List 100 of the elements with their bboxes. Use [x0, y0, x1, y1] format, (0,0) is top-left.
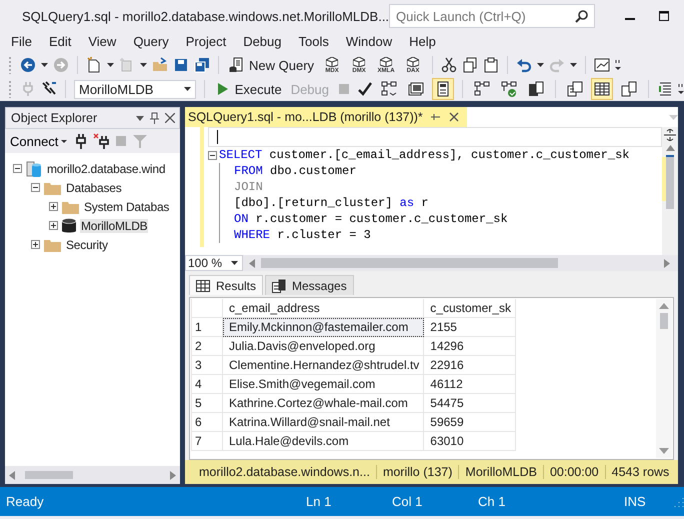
overflow-icon[interactable]	[678, 83, 684, 95]
maximize-icon[interactable]	[659, 11, 670, 21]
menu-item[interactable]: Window	[338, 34, 400, 48]
table-cell[interactable]: 54475	[424, 394, 516, 412]
grid-icon	[594, 81, 610, 97]
database-icon	[62, 218, 76, 234]
row-number: 4	[192, 374, 222, 394]
tree-icon	[381, 81, 397, 97]
table-cell[interactable]: Julia.Davis@enveloped.org	[222, 336, 424, 356]
server-name: morillo2.database.windows.n...	[198, 465, 371, 479]
table-cell[interactable]: 14296	[424, 336, 516, 356]
panel-title: Object Explorer	[11, 111, 98, 125]
line-number: Ln 1	[306, 494, 332, 509]
expand-icon[interactable]	[49, 221, 58, 230]
tree-item[interactable]: Security	[65, 238, 109, 252]
open-folder-icon[interactable]	[152, 57, 168, 73]
save-icon[interactable]	[173, 57, 189, 73]
table-cell[interactable]: 59659	[424, 412, 516, 432]
code-line: JOIN	[234, 179, 264, 195]
results-tab[interactable]: Results	[189, 275, 264, 295]
execute-button[interactable]: Execute	[212, 80, 284, 98]
results-tab[interactable]: Messages	[265, 275, 354, 295]
database-name: MorilloMLDB	[458, 465, 543, 479]
database-dropdown[interactable]: MorilloMLDB	[74, 80, 196, 98]
zoom-dropdown[interactable]: 100 %	[185, 255, 243, 271]
table-cell[interactable]: 46112	[424, 374, 516, 394]
check-icon[interactable]	[357, 81, 373, 97]
list-icon[interactable]	[657, 81, 673, 97]
connect-icon[interactable]	[41, 81, 57, 97]
menu-item[interactable]: Help	[401, 34, 444, 48]
row-number: 5	[192, 394, 222, 412]
expand-icon[interactable]	[49, 202, 58, 211]
row-number: 7	[192, 432, 222, 450]
new-query-button[interactable]: New Query	[227, 56, 316, 74]
vertical-scrollbar[interactable]	[656, 299, 672, 458]
resize-grip-icon[interactable]	[674, 496, 684, 506]
table-cell[interactable]: 2155	[424, 318, 516, 336]
table-cell[interactable]: Katrina.Willard@snail-mail.net	[222, 412, 424, 432]
table-cell[interactable]: Kathrine.Cortez@whale-mail.com	[222, 394, 424, 412]
chart-window-icon[interactable]	[594, 57, 610, 73]
tree-item[interactable]: System Databas	[83, 200, 170, 214]
close-icon[interactable]	[165, 113, 175, 123]
caret-icon[interactable]	[570, 63, 578, 67]
tree-item[interactable]: morillo2.database.wind	[46, 162, 166, 176]
cut-icon[interactable]	[441, 57, 458, 73]
pin-icon[interactable]	[150, 112, 159, 124]
table-cell[interactable]: Lula.Hale@devils.com	[222, 432, 424, 450]
paste-icon[interactable]	[483, 57, 500, 73]
table-cell[interactable]: 22916	[424, 356, 516, 374]
menu-item[interactable]: File	[3, 34, 40, 48]
menu-item[interactable]: View	[80, 34, 124, 48]
table-cell[interactable]: Clementine.Hernandez@shtrudel.tv	[222, 356, 424, 374]
undo-icon[interactable]	[516, 57, 532, 73]
disconnect-icon[interactable]	[93, 133, 110, 149]
row-number: 3	[192, 356, 222, 374]
caret-icon[interactable]	[140, 63, 147, 67]
overflow-icon[interactable]	[615, 59, 622, 71]
caret-icon[interactable]	[107, 63, 114, 67]
caret-icon[interactable]	[41, 63, 48, 67]
insert-mode: INS	[624, 494, 647, 509]
collapse-icon[interactable]	[208, 150, 217, 160]
tree-item[interactable]: Databases	[65, 180, 123, 194]
table-cell[interactable]: Emily.Mckinnon@fastemailer.com	[222, 318, 424, 336]
split-icon[interactable]	[664, 129, 676, 141]
scroll-left-icon[interactable]	[9, 470, 15, 480]
expand-icon[interactable]	[31, 240, 40, 249]
copy-icon[interactable]	[462, 57, 478, 73]
tree-item[interactable]: MorilloMLDB	[80, 218, 148, 232]
vertical-scrollbar[interactable]	[662, 127, 678, 255]
quick-launch-field[interactable]: Quick Launch (Ctrl+Q)	[389, 4, 596, 28]
toggle-button[interactable]	[591, 78, 613, 100]
scrollbar-thumb[interactable]	[261, 258, 558, 268]
back-icon[interactable]	[20, 57, 36, 73]
table-cell[interactable]: 63010	[424, 432, 516, 450]
save-all-icon[interactable]	[194, 57, 210, 73]
search-icon[interactable]	[575, 9, 590, 23]
caret-icon[interactable]	[537, 63, 544, 67]
column-header[interactable]: c_customer_sk	[424, 299, 516, 318]
caret-icon[interactable]	[136, 116, 144, 120]
scroll-right-icon[interactable]	[170, 470, 176, 480]
scroll-down-icon	[659, 448, 669, 454]
table-cell[interactable]: Elise.Smith@vegemail.com	[222, 374, 424, 394]
editor-tab[interactable]: SQLQuery1.sql - mo...LDB (morillo (137))*	[185, 107, 467, 127]
scrollbar-thumb[interactable]	[660, 313, 668, 329]
menu-item[interactable]: Debug	[235, 34, 290, 48]
plug-icon[interactable]	[75, 133, 88, 149]
menu-item[interactable]: Project	[178, 34, 234, 48]
collapse-icon[interactable]	[31, 183, 40, 192]
new-project-icon[interactable]	[86, 57, 102, 73]
scroll-right-icon	[664, 258, 670, 268]
collapse-icon[interactable]	[13, 164, 22, 173]
documents-icon	[567, 81, 583, 97]
menu-item[interactable]: Edit	[40, 34, 80, 48]
menu-item[interactable]: Query	[125, 34, 177, 48]
menu-item[interactable]: Tools	[290, 34, 337, 48]
scrollbar-thumb[interactable]	[25, 471, 73, 479]
grid-icon	[196, 280, 210, 292]
toggle-button[interactable]	[432, 78, 454, 100]
horizontal-scrollbar[interactable]	[5, 466, 180, 484]
scroll-up-icon[interactable]	[666, 145, 674, 151]
